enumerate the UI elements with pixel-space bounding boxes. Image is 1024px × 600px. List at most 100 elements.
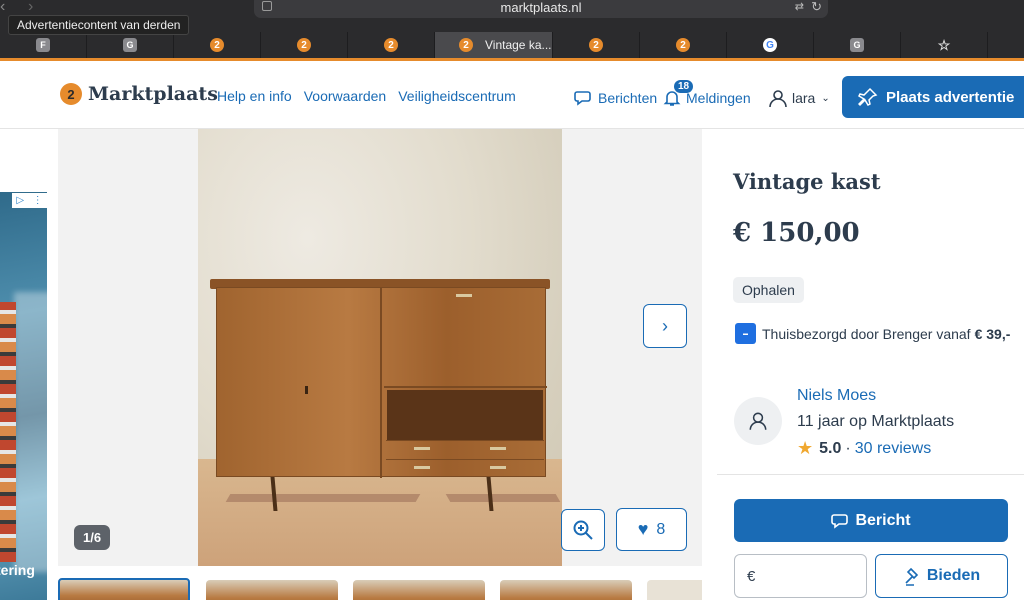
delivery-price: € 39,- (974, 325, 1011, 342)
tab[interactable]: F (0, 32, 87, 58)
tab[interactable]: ☆ (901, 32, 988, 58)
tab-favicon-icon: G (123, 38, 137, 52)
handle (414, 466, 430, 469)
cabinet-flap (384, 288, 547, 388)
thumbnail[interactable] (58, 578, 190, 600)
handle (490, 447, 506, 450)
heart-icon: ♥ (637, 519, 649, 539)
thumbnail[interactable] (206, 580, 338, 600)
ad-banner[interactable]: ▷ ⋮ tering (0, 192, 47, 600)
rating-separator: · (845, 439, 851, 457)
back-icon[interactable]: ‹ (0, 0, 5, 16)
bid-input[interactable] (765, 567, 856, 585)
seller-years: 11 jaar op Marktplaats (797, 413, 955, 430)
image-gallery: › 1/6 ♥ 8 (58, 129, 702, 566)
address-bar[interactable]: marktplaats.nl ⇄ ↻ (254, 0, 828, 18)
translate-icon[interactable]: ⇄ (795, 0, 804, 13)
logo-text: Marktplaats (88, 83, 218, 105)
url-text: marktplaats.nl (500, 0, 582, 15)
bid-button[interactable]: Bieden (875, 554, 1008, 598)
logo-mark-icon: 2 (60, 83, 82, 105)
listing-details: Vintage kast € 150,00 Ophalen ▬ Thuisbez… (702, 129, 1024, 600)
next-image-button[interactable]: › (643, 304, 687, 348)
nav-terms[interactable]: Voorwaarden (304, 88, 387, 104)
avatar[interactable] (734, 397, 782, 445)
notifications-link[interactable]: 18 Meldingen (662, 80, 751, 108)
handle (414, 447, 430, 450)
forward-icon[interactable]: › (28, 0, 33, 16)
divider (717, 474, 1024, 475)
nav-help[interactable]: Help en info (217, 88, 292, 104)
place-ad-label: Plaats advertentie (886, 88, 1015, 106)
cabinet-niche (387, 390, 543, 440)
thumbnail[interactable] (500, 580, 632, 600)
logo[interactable]: 2 Marktplaats (60, 83, 218, 105)
seller-name[interactable]: Niels Moes (797, 387, 876, 405)
bid-label: Bieden (926, 567, 981, 584)
ad-image (14, 292, 47, 572)
tab[interactable]: 2 (174, 32, 261, 58)
ad-text: tering (0, 562, 35, 578)
reviews-link[interactable]: 30 reviews (855, 440, 931, 458)
user-icon (749, 412, 767, 430)
star-icon: ★ (797, 438, 814, 458)
place-ad-button[interactable]: Plaats advertentie (842, 76, 1024, 118)
tab[interactable]: G (814, 32, 901, 58)
thumbnail[interactable] (353, 580, 485, 600)
ad-tooltip: Advertentiecontent van derden (8, 15, 190, 35)
favorite-button[interactable]: ♥ 8 (616, 508, 687, 551)
header-nav: Help en info Voorwaarden Veiligheidscent… (217, 88, 528, 104)
user-menu[interactable]: lara ⌄ (768, 88, 830, 108)
messages-label: Berichten (598, 90, 658, 106)
tab-favicon-icon: F (36, 38, 50, 52)
zoom-in-icon (573, 520, 593, 540)
thumbnail-strip (58, 578, 702, 600)
cabinet-drawer (386, 440, 544, 459)
user-icon (769, 90, 787, 108)
notifications-label: Meldingen (686, 90, 751, 106)
chat-icon (831, 513, 849, 529)
nav-safety[interactable]: Veiligheidscentrum (398, 88, 516, 104)
google-icon: G (763, 38, 777, 52)
tab-favicon-icon: 2 (384, 38, 398, 52)
tab-active[interactable]: 2 Vintage ka... (435, 32, 553, 58)
listing-price: € 150,00 (733, 218, 860, 248)
floor-line (445, 494, 561, 502)
chevron-down-icon: ⌄ (821, 92, 830, 104)
gavel-icon (905, 567, 918, 586)
notifications-badge: 18 (674, 80, 694, 93)
zoom-button[interactable] (561, 509, 605, 551)
bid-field[interactable]: € (734, 554, 867, 598)
tab[interactable]: G (87, 32, 174, 58)
tab[interactable]: 2 (261, 32, 348, 58)
brenger-logo-icon: ▬ (735, 323, 756, 344)
delivery-text: Thuisbezorgd door Brenger vanaf (762, 325, 971, 342)
tab[interactable]: 2 (348, 32, 435, 58)
tab-favicon-icon: G (850, 38, 864, 52)
cabinet-door (217, 288, 382, 478)
tab[interactable]: G (727, 32, 814, 58)
message-button[interactable]: Bericht (734, 499, 1008, 542)
tab-label: Vintage ka... (485, 38, 552, 52)
currency-symbol: € (747, 567, 756, 585)
handle (456, 294, 472, 297)
tab[interactable]: 2 (640, 32, 727, 58)
handle (490, 466, 506, 469)
ad-ship-image (0, 302, 16, 562)
floor-line (225, 494, 421, 502)
thumbnail[interactable] (647, 580, 702, 600)
pin-icon (858, 87, 878, 107)
reload-icon[interactable]: ↻ (811, 0, 822, 15)
ad-choices[interactable]: ▷ ⋮ (12, 193, 47, 208)
chevron-right-icon: › (662, 315, 668, 336)
delivery-info: ▬ Thuisbezorgd door Brenger vanaf € 39,- (735, 323, 1010, 344)
listing-photo[interactable] (198, 129, 562, 566)
tab-favicon-icon: 2 (589, 38, 603, 52)
image-counter: 1/6 (74, 525, 111, 550)
ad-choices-icon[interactable]: ▷ (16, 195, 24, 206)
messages-link[interactable]: Berichten (574, 88, 657, 108)
tab[interactable]: 2 (553, 32, 640, 58)
more-options-icon[interactable]: ⋮ (33, 195, 43, 206)
tab-favicon-icon: 2 (676, 38, 690, 52)
chat-icon (574, 91, 591, 106)
